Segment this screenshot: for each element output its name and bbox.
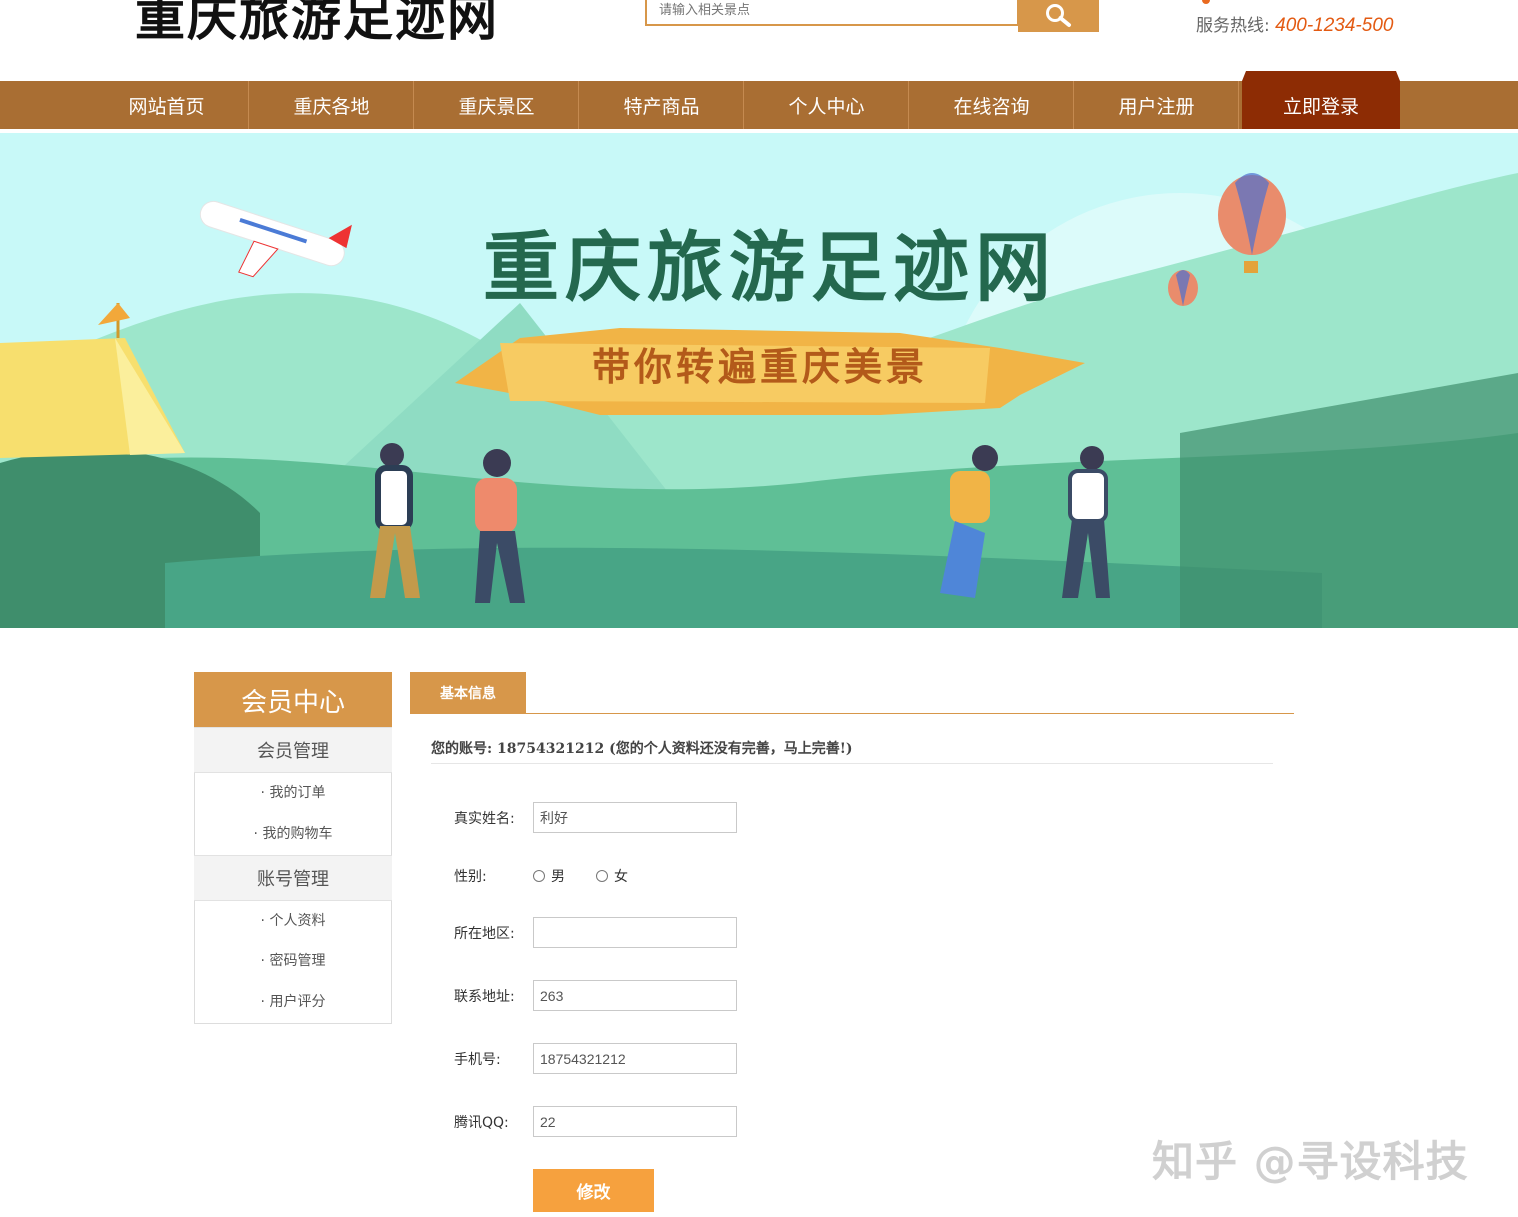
hotline-dot-icon: [1202, 0, 1210, 4]
account-info: 您的账号: 18754321212 (您的个人资料还没有完善，马上完善!): [431, 738, 852, 758]
divider: [431, 763, 1273, 764]
gender-female-label: 女: [614, 869, 628, 885]
account-note: (您的个人资料还没有完善，马上完善!): [609, 741, 853, 757]
nav-register[interactable]: 用户注册: [1074, 81, 1239, 129]
qq-label: 腾讯QQ:: [454, 1115, 509, 1131]
hotline: 服务热线: 400-1234-500: [1196, 11, 1393, 37]
search-bar: [645, 0, 1099, 32]
account-number: 18754321212: [497, 741, 605, 757]
nav-divider: [1238, 81, 1239, 129]
hero-banner: 重庆旅游足迹网 带你转遍重庆美景: [0, 133, 1518, 628]
gender-male-radio[interactable]: [533, 870, 545, 882]
sidebar-group-account[interactable]: 账号管理: [194, 855, 392, 901]
sidebar-title: 会员中心: [194, 672, 392, 728]
modify-button[interactable]: 修改: [533, 1169, 654, 1212]
phone-label: 手机号:: [454, 1052, 501, 1068]
hotline-number: 400-1234-500: [1275, 15, 1394, 36]
nav-personal-center[interactable]: 个人中心: [744, 81, 909, 129]
sidebar-link-my-orders[interactable]: · 我的订单: [194, 780, 392, 804]
site-logo[interactable]: 重庆旅游足迹网: [135, 0, 499, 50]
tab-underline: [410, 713, 1294, 714]
sidebar-link-password[interactable]: · 密码管理: [194, 948, 392, 972]
banner-subtitle: 带你转遍重庆美景: [591, 344, 928, 389]
nav-home[interactable]: 网站首页: [84, 81, 249, 129]
search-button[interactable]: [1018, 0, 1099, 32]
address-input[interactable]: [533, 980, 737, 1011]
name-input[interactable]: [533, 802, 737, 833]
region-label: 所在地区:: [454, 926, 515, 942]
sidebar-group-member[interactable]: 会员管理: [194, 727, 392, 773]
gender-female-option[interactable]: 女: [596, 866, 628, 886]
name-label: 真实姓名:: [454, 811, 515, 827]
nav-specialty-goods[interactable]: 特产商品: [579, 81, 744, 129]
nav-online-consult[interactable]: 在线咨询: [909, 81, 1074, 129]
hotline-label: 服务热线:: [1196, 16, 1270, 36]
qq-input[interactable]: [533, 1106, 737, 1137]
region-input[interactable]: [533, 917, 737, 948]
nav-login[interactable]: 立即登录: [1242, 81, 1400, 129]
phone-input[interactable]: [533, 1043, 737, 1074]
tab-basic-info[interactable]: 基本信息: [410, 672, 526, 713]
sidebar-link-my-cart[interactable]: · 我的购物车: [194, 821, 392, 845]
account-label: 您的账号:: [431, 741, 493, 757]
gender-label: 性别:: [454, 869, 487, 885]
sidebar-link-profile[interactable]: · 个人资料: [194, 908, 392, 932]
nav-scenic-spots[interactable]: 重庆景区: [414, 81, 579, 129]
gender-female-radio[interactable]: [596, 870, 608, 882]
address-label: 联系地址:: [454, 989, 515, 1005]
nav-regions[interactable]: 重庆各地: [249, 81, 414, 129]
gender-male-option[interactable]: 男: [533, 866, 565, 886]
search-input[interactable]: [645, 0, 1019, 26]
gender-male-label: 男: [551, 869, 565, 885]
banner-title: 重庆旅游足迹网: [483, 223, 1057, 312]
search-icon: [1045, 4, 1071, 27]
sidebar-link-user-rating[interactable]: · 用户评分: [194, 989, 392, 1013]
watermark: 知乎 @寻设科技: [1152, 1137, 1469, 1186]
